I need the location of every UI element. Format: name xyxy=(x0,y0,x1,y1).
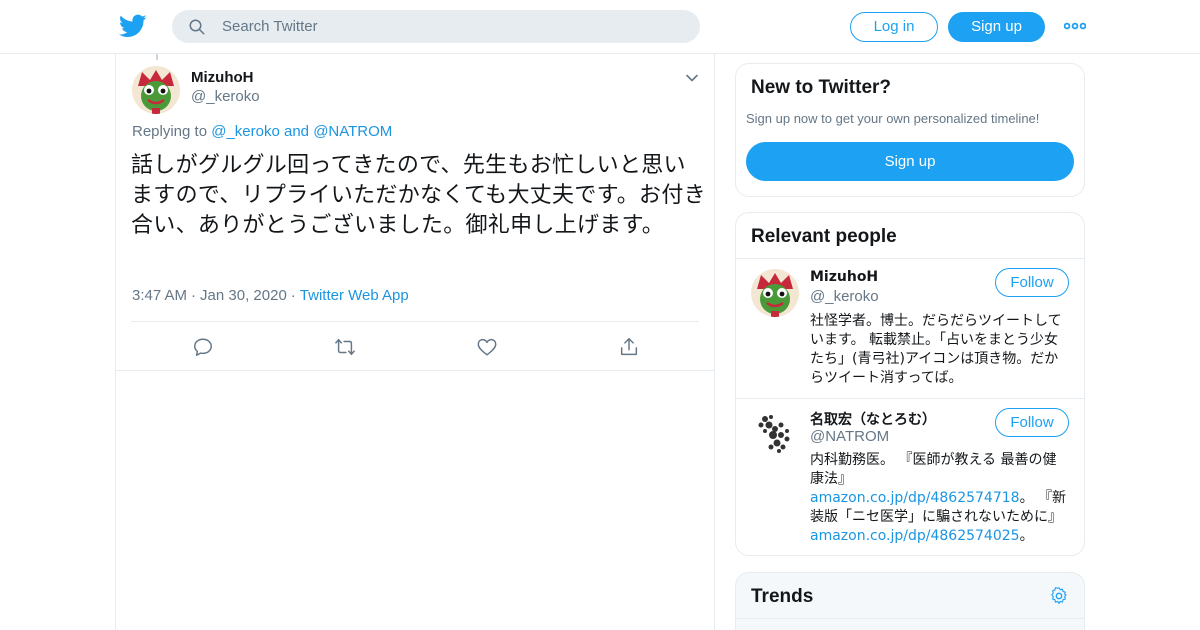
person-name[interactable]: MizuhoH xyxy=(810,269,878,285)
bio-link[interactable]: amazon.co.jp/dp/4862574025 xyxy=(810,528,1020,544)
fractal-avatar-image xyxy=(751,409,799,457)
frog-avatar-image xyxy=(132,66,180,114)
new-to-twitter-title: New to Twitter? xyxy=(751,77,892,98)
actions-divider xyxy=(131,321,699,322)
gear-icon[interactable] xyxy=(1049,586,1069,606)
trends-card: Trends xyxy=(735,572,1085,630)
person-handle[interactable]: @_keroko xyxy=(810,288,879,305)
divider xyxy=(736,618,1084,619)
person-avatar[interactable] xyxy=(751,269,799,317)
chevron-down-icon[interactable] xyxy=(684,70,700,86)
reply-handle-link[interactable]: @_keroko and @NATROM xyxy=(211,123,392,140)
person-bio: 内科勤務医。 『医師が教える 最善の健康法』 amazon.co.jp/dp/48… xyxy=(810,451,1070,546)
trends-title: Trends xyxy=(751,586,814,607)
search-icon xyxy=(189,19,205,35)
bio-text: 内科勤務医。 『医師が教える 最善の健康法』 xyxy=(810,452,1057,487)
tweet-time[interactable]: 3:47 AM xyxy=(132,287,187,304)
like-heart-icon[interactable] xyxy=(476,336,498,358)
relevant-people-title: Relevant people xyxy=(751,226,897,247)
reply-handle-2[interactable]: @NATROM xyxy=(313,123,392,140)
person-name[interactable]: 名取宏（なとろむ） xyxy=(810,409,936,429)
replying-prefix: Replying to xyxy=(132,123,208,140)
user-handle[interactable]: @_keroko xyxy=(191,88,260,105)
search-bar[interactable] xyxy=(172,10,700,43)
follow-button[interactable]: Follow xyxy=(995,268,1069,297)
person-handle[interactable]: @NATROM xyxy=(810,428,889,445)
tweet-date[interactable]: Jan 30, 2020 xyxy=(200,287,287,304)
twitter-bird-icon[interactable] xyxy=(119,12,147,40)
share-icon[interactable] xyxy=(618,336,640,358)
search-input[interactable] xyxy=(222,10,682,43)
avatar[interactable] xyxy=(132,66,180,114)
main-column: MizuhoH @_keroko Replying to @_keroko an… xyxy=(115,54,715,630)
bio-link[interactable]: amazon.co.jp/dp/4862574718 xyxy=(810,490,1020,506)
tweet-meta: 3:47 AM · Jan 30, 2020 · Twitter Web App xyxy=(132,287,409,304)
frog-avatar-image xyxy=(751,269,799,317)
reply-and[interactable]: and xyxy=(284,123,309,140)
bio-text: 。 xyxy=(1019,528,1034,544)
top-bar: Log in Sign up xyxy=(0,0,1200,54)
follow-button[interactable]: Follow xyxy=(995,408,1069,437)
meta-separator: · xyxy=(290,287,296,304)
tweet: MizuhoH @_keroko Replying to @_keroko an… xyxy=(116,54,714,371)
reply-handle-1[interactable]: @_keroko xyxy=(211,123,280,140)
login-button[interactable]: Log in xyxy=(850,12,938,42)
retweet-icon[interactable] xyxy=(334,336,356,358)
new-to-twitter-card: New to Twitter? Sign up now to get your … xyxy=(735,63,1085,197)
more-options-icon[interactable] xyxy=(1064,19,1086,33)
display-name[interactable]: MizuhoH xyxy=(191,69,253,86)
person-bio: 社怪学者。博士。だらだらツイートしています。 転載禁止。「占いをまとう少女たち」… xyxy=(810,313,1062,386)
person-avatar[interactable] xyxy=(751,409,799,457)
meta-separator: · xyxy=(191,287,197,304)
reply-icon[interactable] xyxy=(192,336,214,358)
new-to-twitter-subtitle: Sign up now to get your own personalized… xyxy=(746,111,1040,126)
sidebar-signup-button[interactable]: Sign up xyxy=(746,142,1074,181)
divider xyxy=(736,398,1084,399)
tweet-source-link[interactable]: Twitter Web App xyxy=(300,287,409,304)
replying-to: Replying to @_keroko and @NATROM xyxy=(132,123,392,140)
tweet-text: 話しがグルグル回ってきたので、先生もお忙しいと思いますので、リプライいただかなく… xyxy=(131,153,706,238)
signup-button[interactable]: Sign up xyxy=(948,12,1045,42)
divider xyxy=(736,258,1084,259)
relevant-people-card: Relevant people MizuhoH @_keroko Follow … xyxy=(735,212,1085,556)
